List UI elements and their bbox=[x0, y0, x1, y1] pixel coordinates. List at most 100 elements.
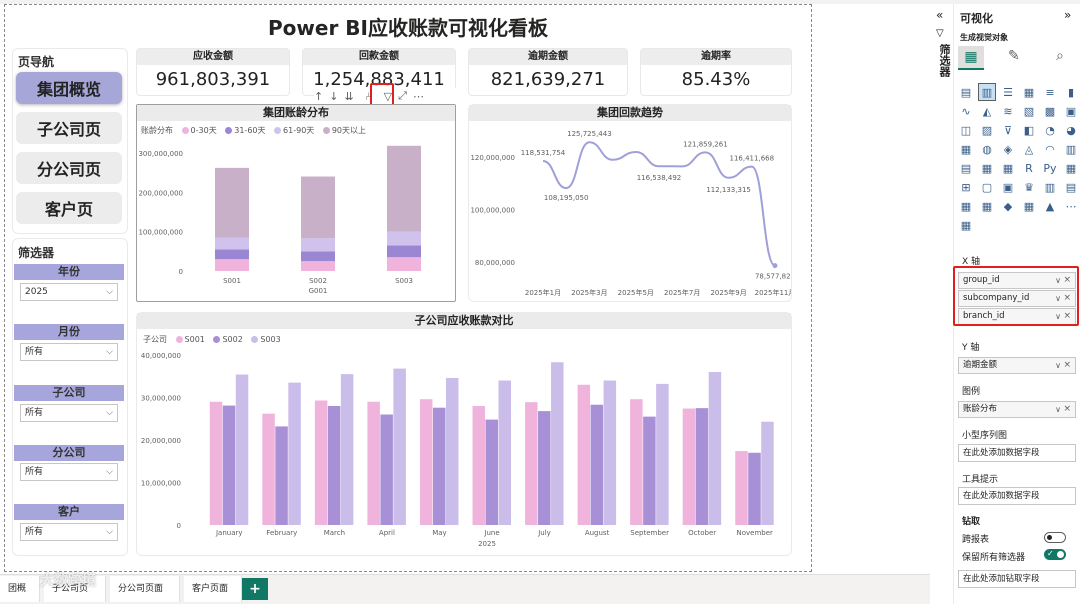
visual-type-icon[interactable]: ◭ bbox=[979, 103, 995, 119]
visual-type-icon[interactable]: ♛ bbox=[1021, 179, 1037, 195]
trend-chart-visual[interactable]: 集团回款趋势 80,000,000 100,000,000 120,000,000 1… bbox=[468, 104, 792, 302]
visual-type-icon[interactable]: ▮ bbox=[1063, 84, 1079, 100]
visual-type-icon[interactable]: ▤ bbox=[1063, 179, 1079, 195]
collapse-left-icon[interactable]: « bbox=[936, 8, 943, 22]
filter-year-dropdown[interactable]: 2025 ⌵ bbox=[20, 283, 118, 301]
visual-type-icon[interactable]: Py bbox=[1042, 160, 1058, 176]
data-label: 121,859,261 bbox=[683, 140, 728, 148]
visual-type-icon[interactable]: ▦ bbox=[958, 217, 974, 233]
bar bbox=[551, 362, 564, 525]
x-tick-label: June bbox=[483, 529, 499, 537]
visual-type-icon[interactable]: ▢ bbox=[979, 179, 995, 195]
nav-button-customer[interactable]: 客户页 bbox=[16, 192, 122, 224]
bar-segment bbox=[387, 145, 421, 232]
visual-type-icon[interactable]: ▦ bbox=[958, 198, 974, 214]
arrow-up-icon[interactable]: ↑ bbox=[314, 90, 323, 103]
visual-type-icon[interactable]: ▤ bbox=[958, 160, 974, 176]
visual-type-icon[interactable]: ⊞ bbox=[958, 179, 974, 195]
visual-type-icon[interactable]: ▨ bbox=[979, 122, 995, 138]
bar-segment bbox=[301, 261, 335, 271]
nav-button-branch[interactable]: 分公司页 bbox=[16, 152, 122, 184]
bar-segment bbox=[387, 257, 421, 271]
format-visual-tab-icon[interactable]: ✎ bbox=[1008, 48, 1020, 64]
legend-field[interactable]: 账龄分布 ∨ × bbox=[958, 401, 1076, 418]
visual-type-icon[interactable]: ▦ bbox=[1021, 198, 1037, 214]
visual-type-icon[interactable]: ◬ bbox=[1021, 141, 1037, 157]
chevron-down-icon: ⌵ bbox=[106, 347, 113, 357]
visual-type-icon[interactable]: ◆ bbox=[1000, 198, 1016, 214]
tooltip-dropzone[interactable]: 在此处添加数据字段 bbox=[958, 487, 1076, 505]
visual-type-icon[interactable]: ▥ bbox=[1042, 179, 1058, 195]
visual-type-icon[interactable]: ⋯ bbox=[1063, 198, 1079, 214]
visual-type-icon[interactable]: ▦ bbox=[979, 160, 995, 176]
kpi-card-overdue[interactable]: 逾期金额 821,639,271 bbox=[468, 48, 628, 96]
legend-label: 图例 bbox=[962, 387, 981, 397]
cross-report-toggle[interactable] bbox=[1044, 532, 1066, 543]
focus-mode-icon[interactable]: ⤢ bbox=[398, 89, 407, 103]
filter-branch-dropdown[interactable]: 所有 ⌵ bbox=[20, 463, 118, 481]
visual-type-icon[interactable]: ▦ bbox=[1000, 160, 1016, 176]
visual-type-icon[interactable]: ▧ bbox=[1021, 103, 1037, 119]
visual-type-icon[interactable]: ▥ bbox=[978, 83, 996, 101]
chevron-down-icon[interactable]: ∨ bbox=[1055, 358, 1061, 373]
add-page-button[interactable]: + bbox=[242, 578, 268, 600]
visual-type-icon[interactable]: ◫ bbox=[958, 122, 974, 138]
kpi-card-overdue-rate[interactable]: 逾期率 85.43% bbox=[640, 48, 792, 96]
tab-branch[interactable]: 分公司页面 bbox=[110, 576, 180, 602]
visual-type-icon[interactable]: ▣ bbox=[1063, 103, 1079, 119]
subcompany-chart-visual[interactable]: 子公司应收账款对比 子公司 S001 S002 S003 0 10,000,000… bbox=[136, 312, 792, 556]
visual-type-icon[interactable]: ≋ bbox=[1000, 103, 1016, 119]
filter-customer-value: 所有 bbox=[25, 527, 44, 537]
visual-type-icon[interactable]: ▦ bbox=[1021, 84, 1037, 100]
visual-type-icon[interactable]: ∿ bbox=[958, 103, 974, 119]
visual-type-icon[interactable]: ◕ bbox=[1063, 122, 1079, 138]
visual-type-icon[interactable]: R bbox=[1021, 160, 1037, 176]
remove-field-icon[interactable]: × bbox=[1063, 358, 1071, 373]
tab-group-overview[interactable]: 团概览 bbox=[0, 576, 40, 602]
visual-type-icon[interactable]: ▦ bbox=[1063, 160, 1079, 176]
filter-month-dropdown[interactable]: 所有 ⌵ bbox=[20, 343, 118, 361]
visual-type-icon[interactable]: ◠ bbox=[1042, 141, 1058, 157]
remove-field-icon[interactable]: × bbox=[1063, 402, 1071, 417]
y-tick-label: 100,000,000 bbox=[470, 207, 515, 215]
visual-type-icon[interactable]: ◧ bbox=[1021, 122, 1037, 138]
visual-type-icon[interactable]: ⊽ bbox=[1000, 122, 1016, 138]
aging-chart-visual[interactable]: 集团账龄分布 账龄分布 0-30天 31-60天 61-90天 90天以上 0 1… bbox=[136, 104, 456, 302]
keep-filters-toggle[interactable]: ✓ bbox=[1044, 549, 1066, 560]
chevron-down-icon[interactable]: ∨ bbox=[1055, 402, 1061, 417]
visual-type-icon[interactable]: ▦ bbox=[958, 141, 974, 157]
arrow-down-icon[interactable]: ↓ bbox=[329, 90, 338, 103]
drillthrough-dropzone[interactable]: 在此处添加钻取字段 bbox=[958, 570, 1076, 588]
small-multiples-dropzone[interactable]: 在此处添加数据字段 bbox=[958, 444, 1076, 462]
tab-customer[interactable]: 客户页面 bbox=[184, 576, 242, 602]
filter-customer-dropdown[interactable]: 所有 ⌵ bbox=[20, 523, 118, 541]
expand-right-icon[interactable]: » bbox=[1064, 8, 1071, 22]
build-visual-tab-icon[interactable]: ▦ bbox=[958, 46, 984, 70]
analytics-tab-icon[interactable]: ⌕ bbox=[1056, 48, 1064, 64]
visual-type-icon[interactable]: ▦ bbox=[979, 198, 995, 214]
filter-branch-label: 分公司 bbox=[14, 445, 124, 461]
visual-type-icon[interactable]: ◈ bbox=[1000, 141, 1016, 157]
visual-type-icon[interactable]: ≡ bbox=[1042, 84, 1058, 100]
visual-type-icon[interactable]: ▲ bbox=[1042, 198, 1058, 214]
visual-type-icon[interactable]: ▣ bbox=[1000, 179, 1016, 195]
visual-type-icon[interactable]: ▩ bbox=[1042, 103, 1058, 119]
filter-subcompany-dropdown[interactable]: 所有 ⌵ bbox=[20, 404, 118, 422]
bar bbox=[656, 383, 669, 525]
more-options-icon[interactable]: ⋯ bbox=[413, 90, 424, 103]
kpi-card-receivable[interactable]: 应收金额 961,803,391 bbox=[136, 48, 290, 96]
y-axis-field[interactable]: 逾期金额 ∨ × bbox=[958, 357, 1076, 374]
filter-subcompany-value: 所有 bbox=[25, 408, 44, 418]
double-arrow-down-icon[interactable]: ⇊ bbox=[344, 90, 353, 103]
visual-type-icon[interactable]: ☰ bbox=[1000, 84, 1016, 100]
visual-type-icon[interactable]: ▥ bbox=[1063, 141, 1079, 157]
visual-type-icon[interactable]: ▤ bbox=[958, 84, 974, 100]
nav-button-subcompany[interactable]: 子公司页 bbox=[16, 112, 122, 144]
visual-type-icon[interactable]: ◍ bbox=[979, 141, 995, 157]
filters-pane-collapsed[interactable] bbox=[930, 4, 954, 604]
bar bbox=[538, 411, 551, 525]
visual-type-icon[interactable]: ◔ bbox=[1042, 122, 1058, 138]
chevron-down-icon: ⌵ bbox=[106, 527, 113, 537]
filters-vertical-label[interactable]: 筛选器 bbox=[936, 44, 952, 77]
nav-button-group-overview[interactable]: 集团概览 bbox=[16, 72, 122, 104]
